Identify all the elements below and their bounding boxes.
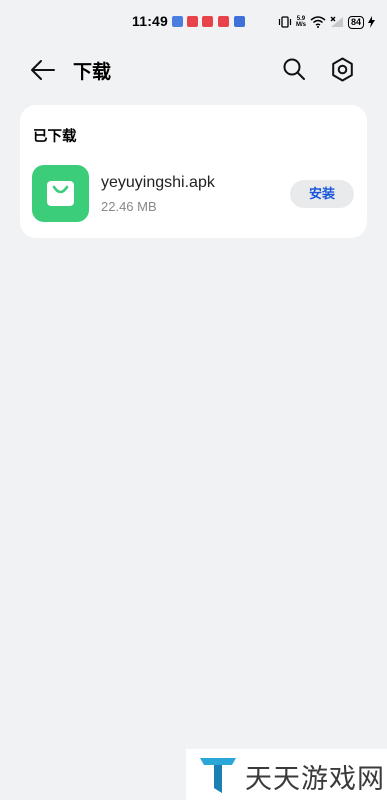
section-title: 已下载 bbox=[33, 129, 77, 145]
status-time: 11:49 bbox=[132, 13, 169, 29]
no-signal-icon bbox=[330, 16, 343, 27]
gear-icon[interactable] bbox=[329, 56, 356, 83]
notification-icon bbox=[202, 16, 213, 27]
wifi-icon bbox=[310, 16, 326, 28]
watermark-text: 天天游戏网 bbox=[245, 764, 385, 795]
install-button[interactable]: 安装 bbox=[290, 180, 354, 208]
status-bar: 11:49 5.9 M/s 84 bbox=[0, 0, 387, 40]
network-speed: 5.9 M/s bbox=[295, 16, 306, 28]
notification-icon bbox=[218, 16, 229, 27]
tt-logo bbox=[200, 758, 236, 793]
file-name: yeyuyingshi.apk bbox=[101, 174, 215, 191]
watermark: 天天游戏网 bbox=[186, 749, 387, 800]
file-size: 22.46 MB bbox=[101, 199, 157, 214]
search-icon[interactable] bbox=[281, 56, 307, 82]
notification-icon bbox=[234, 16, 245, 27]
downloaded-card: 已下载 yeyuyingshi.apk 22.46 MB 安装 bbox=[20, 105, 367, 238]
battery-indicator: 84 bbox=[347, 15, 364, 29]
arrow-left-icon[interactable] bbox=[30, 58, 56, 82]
vibrate-icon bbox=[278, 16, 292, 28]
notification-icon bbox=[172, 16, 183, 27]
notification-icon bbox=[187, 16, 198, 27]
shopping-bag-icon bbox=[32, 165, 89, 222]
app-bar: 下载 bbox=[0, 50, 387, 90]
charging-icon bbox=[368, 16, 375, 28]
page-title: 下载 bbox=[73, 61, 112, 83]
